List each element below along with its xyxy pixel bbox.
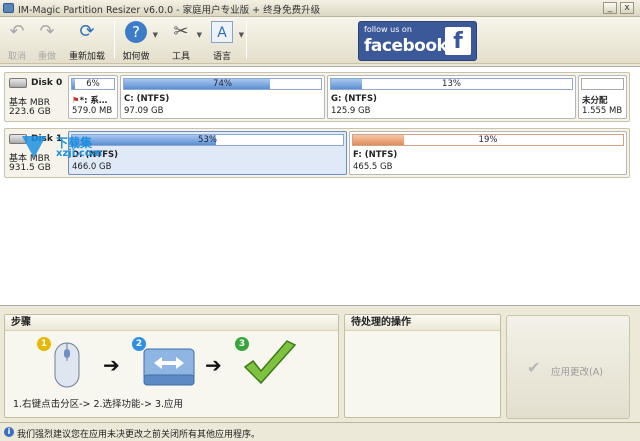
partition-name: C: (NTFS) (124, 94, 170, 104)
dropdown-arrow-icon: ▼ (196, 31, 202, 39)
facebook-follow-banner[interactable]: follow us on facebook f (358, 21, 477, 61)
pending-operations-title: 待处理的操作 (345, 315, 500, 331)
disk-size: 931.5 GB (9, 163, 51, 173)
watermark: 下载集 xzji.com (12, 134, 122, 164)
arrow-right-icon: ➔ (205, 353, 222, 377)
help-icon: ? (125, 21, 147, 43)
usage-bar: 74% (123, 78, 322, 90)
disk-map-area: Disk 0 基本 MBR 223.6 GB 6% ⚑*: 系… 579.0 M… (0, 66, 640, 306)
undo-icon: ↶ (9, 21, 25, 42)
usage-bar: 13% (330, 78, 573, 90)
howto-button[interactable]: ? 如何做 ▼ (120, 19, 158, 62)
step-badge-3: 3 (235, 337, 249, 351)
partition-size: 97.09 GB (124, 106, 164, 116)
disk-row-0[interactable]: Disk 0 基本 MBR 223.6 GB 6% ⚑*: 系… 579.0 M… (4, 72, 630, 122)
minimize-button[interactable]: _ (603, 2, 617, 14)
download-arrow-icon (22, 136, 46, 158)
disk-size: 223.6 GB (9, 107, 51, 117)
partition-unallocated[interactable]: 未分配 1.555 MB (578, 75, 627, 119)
language-button[interactable]: A 语言 ▼ (206, 19, 244, 62)
partition-name: G: (NTFS) (331, 94, 377, 104)
partition-name: 未分配 (582, 96, 608, 106)
reload-button[interactable]: ⟳ 重新加载 (66, 19, 108, 62)
arrow-right-icon: ➔ (103, 353, 120, 377)
partition-name: F: (NTFS) (353, 150, 398, 160)
info-icon: i (4, 427, 14, 437)
partition-name: ⚑*: 系… (72, 96, 108, 106)
toolbar-separator (114, 21, 115, 59)
status-bar: i 我们强烈建议您在应用未决更改之前关闭所有其他应用程序。 (0, 422, 640, 441)
steps-instructions: 1.右键点击分区-> 2.选择功能-> 3.应用 (13, 399, 184, 410)
bottom-area: 步骤 1 ➔ 2 ➔ 3 1.右键点击分区-> 2.选择功能-> 3.应用 待处… (0, 308, 640, 422)
disk-name: Disk 0 (31, 78, 63, 88)
toolbar: ↶ 取消 ↷ 重做 ⟳ 重新加载 ? 如何做 ▼ ✂ 工具 ▼ A 语言 ▼ (0, 17, 640, 64)
pending-operations-panel: 待处理的操作 (344, 314, 501, 418)
partition-g[interactable]: 13% G: (NTFS) 125.9 GB (327, 75, 576, 119)
mouse-icon (45, 337, 85, 391)
flag-icon: ⚑ (72, 96, 80, 106)
app-icon (3, 3, 14, 13)
apply-changes-button[interactable]: ✔ 应用更改(A) (506, 315, 630, 419)
check-icon (241, 339, 299, 391)
steps-title: 步骤 (5, 315, 338, 331)
facebook-follow-text: follow us on (364, 25, 412, 34)
undo-button[interactable]: ↶ 取消 (2, 19, 32, 62)
partition-f[interactable]: 19% F: (NTFS) 465.5 GB (349, 131, 627, 175)
toolbar-separator (246, 21, 247, 59)
usage-bar: 6% (71, 78, 115, 90)
disk-info: Disk 0 基本 MBR 223.6 GB (7, 75, 67, 119)
dropdown-arrow-icon: ▼ (152, 31, 158, 39)
language-icon: A (211, 21, 233, 43)
partition-size: 465.5 GB (353, 162, 393, 172)
facebook-wordmark: facebook (364, 36, 448, 56)
redo-icon: ↷ (39, 21, 55, 42)
partition-size: 1.555 MB (582, 106, 623, 116)
dropdown-arrow-icon: ▼ (238, 31, 244, 39)
tools-icon: ✂ (173, 21, 189, 42)
title-bar: IM-Magic Partition Resizer v6.0.0 - 家庭用户… (0, 0, 640, 17)
partition-size: 125.9 GB (331, 106, 371, 116)
disk-function-icon (140, 341, 198, 391)
partition-c[interactable]: 74% C: (NTFS) 97.09 GB (120, 75, 325, 119)
window-title: IM-Magic Partition Resizer v6.0.0 - 家庭用户… (18, 5, 321, 16)
hard-disk-icon (9, 78, 27, 88)
usage-bar (581, 78, 624, 90)
partition-size: 579.0 MB (72, 106, 113, 116)
step-badge-1: 1 (37, 337, 51, 351)
reload-icon: ⟳ (79, 21, 95, 42)
usage-bar: 19% (352, 134, 624, 146)
partition-system[interactable]: 6% ⚑*: 系… 579.0 MB (68, 75, 118, 119)
tools-button[interactable]: ✂ 工具 ▼ (166, 19, 202, 62)
check-icon: ✔ (527, 358, 541, 377)
redo-button[interactable]: ↷ 重做 (32, 19, 62, 62)
step-badge-2: 2 (132, 337, 146, 351)
steps-panel: 步骤 1 ➔ 2 ➔ 3 1.右键点击分区-> 2.选择功能-> 3.应用 (4, 314, 339, 418)
close-button[interactable]: x (620, 2, 634, 14)
status-text: 我们强烈建议您在应用未决更改之前关闭所有其他应用程序。 (17, 430, 261, 440)
facebook-logo-icon: f (445, 27, 471, 55)
